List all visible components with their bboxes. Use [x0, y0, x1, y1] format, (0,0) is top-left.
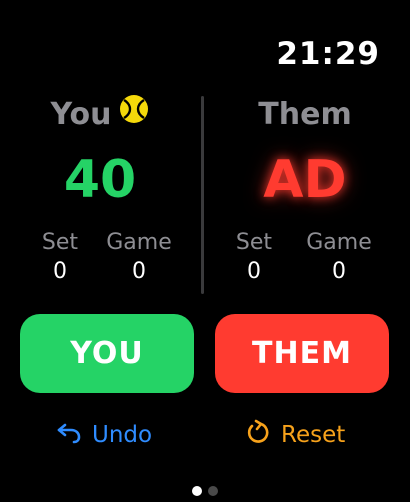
- you-set-value: 0: [53, 259, 67, 284]
- you-player-name: You: [50, 97, 112, 132]
- them-game-value: 0: [332, 259, 346, 284]
- page-dot-current: [192, 486, 202, 496]
- reset-label: Reset: [281, 422, 346, 448]
- reset-arrow-icon: [245, 419, 281, 451]
- them-set-value: 0: [247, 259, 261, 284]
- them-game-label: Game: [306, 230, 372, 255]
- undo-button[interactable]: Undo: [56, 420, 152, 450]
- you-game-label: Game: [106, 230, 172, 255]
- you-player-header: You: [0, 94, 200, 132]
- undo-arrow-icon: [56, 420, 92, 450]
- them-point-button[interactable]: THEM: [215, 314, 389, 393]
- you-set-label: Set: [41, 230, 79, 255]
- them-player-header: Them: [205, 97, 405, 132]
- them-game-stat: Game 0: [299, 230, 379, 284]
- score-divider: [201, 96, 204, 294]
- undo-label: Undo: [92, 422, 153, 448]
- them-points: AD: [263, 150, 347, 210]
- them-set-label: Set: [235, 230, 273, 255]
- page-indicator: [0, 486, 410, 496]
- tennis-ball-icon: [119, 94, 149, 132]
- you-game-value: 0: [132, 259, 146, 284]
- you-points: 40: [63, 150, 137, 210]
- page-dot: [208, 486, 218, 496]
- reset-button[interactable]: Reset: [245, 419, 346, 451]
- them-set-stat: Set 0: [231, 230, 277, 284]
- them-player-name: Them: [258, 97, 352, 132]
- you-set-stat: Set 0: [38, 230, 82, 284]
- status-time: 21:29: [276, 36, 380, 72]
- you-game-stat: Game 0: [102, 230, 176, 284]
- you-point-button[interactable]: YOU: [20, 314, 194, 393]
